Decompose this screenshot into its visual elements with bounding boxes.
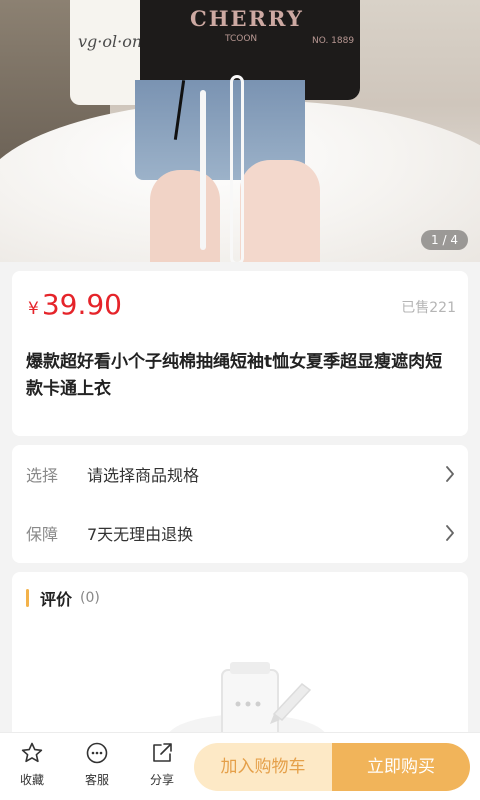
spec-value: 7天无理由退换 (87, 525, 194, 544)
service-label: 客服 (84, 773, 109, 787)
photo-shirt-number: NO. 1889 (312, 36, 355, 46)
photo-bag-strap (230, 75, 244, 262)
chevron-right-icon (432, 525, 468, 541)
price-value: 39.90 (41, 288, 122, 321)
photo-shirt-print: CHERRY (190, 6, 304, 31)
spec-value: 请选择商品规格 (87, 466, 200, 485)
photo-strap (200, 90, 206, 250)
spec-label: 选择 (26, 466, 59, 485)
product-title: 爆款超好看小个子纯棉抽绳短袖t恤女夏季超显瘦遮肉短款卡通上衣 (26, 352, 443, 399)
review-header[interactable]: 评价 (0) (26, 586, 100, 610)
star-icon (20, 742, 44, 769)
favorite-button[interactable]: 收藏 (8, 741, 56, 788)
product-price: ¥39.90 (28, 289, 122, 325)
section-accent-bar (26, 589, 29, 607)
guarantee-row[interactable]: 保障 7天无理由退换 (12, 504, 468, 562)
product-image-carousel[interactable]: vg·ol·on CHERRY TCOON NO. 1889 1 / 4 (0, 0, 480, 262)
review-count: (0) (80, 590, 100, 606)
photo-bag-text: vg·ol·on (78, 32, 143, 51)
photo-leg (150, 170, 220, 262)
spec-card: 选择 请选择商品规格 保障 7天无理由退换 (12, 445, 468, 563)
spec-select-row[interactable]: 选择 请选择商品规格 (12, 445, 468, 503)
share-button[interactable]: 分享 (138, 741, 186, 788)
price-card: ¥39.90 已售221 爆款超好看小个子纯棉抽绳短袖t恤女夏季超显瘦遮肉短款卡… (12, 271, 468, 436)
review-card: 评价 (0) (12, 572, 468, 752)
chat-icon (85, 742, 109, 769)
bottom-action-bar: 收藏 客服 分享 加入购物车 立即购买 (0, 732, 480, 800)
add-to-cart-button[interactable]: 加入购物车 (194, 743, 332, 791)
share-icon (150, 743, 174, 769)
currency-symbol: ¥ (28, 299, 39, 319)
buy-now-button[interactable]: 立即购买 (332, 743, 470, 791)
sold-count: 已售221 (401, 300, 456, 316)
image-counter: 1 / 4 (421, 230, 468, 250)
share-label: 分享 (149, 773, 174, 787)
chevron-right-icon (432, 466, 468, 482)
review-title: 评价 (40, 590, 73, 609)
customer-service-button[interactable]: 客服 (73, 741, 121, 788)
favorite-label: 收藏 (19, 773, 44, 787)
photo-shirt-sub: TCOON (225, 34, 258, 44)
spec-label: 保障 (26, 525, 59, 544)
photo-leg (240, 160, 320, 262)
